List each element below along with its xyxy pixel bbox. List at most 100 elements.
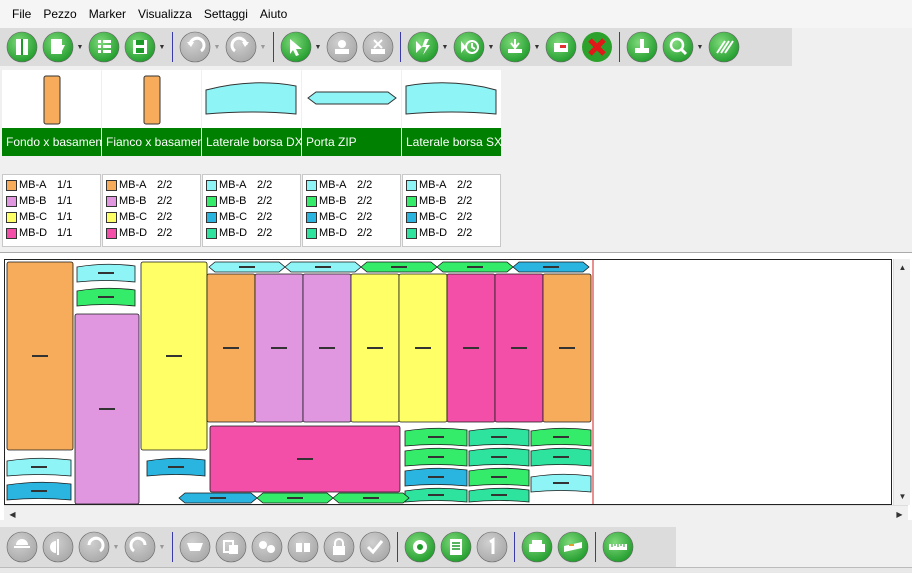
scroll-right-icon[interactable]: ▶ — [891, 506, 908, 523]
edit-toolbar: ▼ ▼ — [0, 527, 676, 567]
size-row[interactable]: MB-D 2/2 — [106, 225, 200, 241]
delete-button[interactable] — [581, 31, 613, 63]
size-row[interactable]: MB-A 1/1 — [6, 177, 100, 193]
number-one-icon — [476, 531, 508, 563]
piece-label-mark — [415, 347, 431, 349]
menu-file[interactable]: File — [6, 0, 37, 28]
size-row[interactable]: MB-B 2/2 — [206, 193, 300, 209]
plotter-button[interactable] — [557, 531, 589, 563]
piece-label-mark — [31, 490, 47, 492]
size-row[interactable]: MB-D 1/1 — [6, 225, 100, 241]
zoom-dropdown-arrow[interactable]: ▼ — [696, 31, 704, 63]
size-code: MB-B — [19, 195, 47, 207]
select-arrow-dropdown-arrow[interactable]: ▼ — [314, 31, 322, 63]
menu-settaggi[interactable]: Settaggi — [198, 0, 254, 28]
piece-panel: Fondo x basamentoMB-A1/1MB-B1/1MB-C1/1MB… — [0, 66, 912, 250]
horizontal-scrollbar[interactable]: ◀ ▶ — [4, 505, 908, 522]
size-code: MB-D — [119, 227, 148, 239]
save-button[interactable] — [124, 31, 156, 63]
export-icon — [545, 31, 577, 63]
zoom-button[interactable] — [662, 31, 694, 63]
menu-pezzo[interactable]: Pezzo — [37, 0, 82, 28]
ruler-button[interactable] — [602, 531, 634, 563]
print-button[interactable] — [521, 531, 553, 563]
check-icon — [359, 531, 391, 563]
size-quantity: 2/2 — [157, 211, 173, 223]
size-row[interactable]: MB-A 2/2 — [206, 177, 300, 193]
compact-button[interactable] — [499, 31, 531, 63]
marker-canvas[interactable] — [4, 259, 892, 505]
size-code: MB-D — [19, 227, 48, 239]
report-button[interactable] — [440, 531, 472, 563]
scroll-left-icon[interactable]: ◀ — [4, 506, 21, 523]
size-row[interactable]: MB-C 2/2 — [206, 209, 300, 225]
toolbar-separator — [514, 532, 515, 562]
piece-label-mark — [319, 347, 335, 349]
timer-nest-button[interactable] — [453, 31, 485, 63]
piece-thumbnail[interactable] — [302, 70, 401, 128]
size-code: MB-A — [419, 179, 447, 191]
piece-name: Laterale borsa DX — [202, 128, 301, 156]
piece-size-list: MB-A 1/1 MB-B 1/1 MB-C 1/1 MB-D 1/1 — [2, 174, 101, 247]
size-color-swatch — [306, 211, 317, 223]
copy-icon — [215, 531, 247, 563]
open-piece-icon — [6, 31, 38, 63]
piece-label-mark — [239, 266, 255, 268]
hatch-button[interactable] — [708, 31, 740, 63]
size-row[interactable]: MB-C 2/2 — [306, 209, 400, 225]
piece-label-mark — [391, 266, 407, 268]
size-row[interactable]: MB-D 2/2 — [206, 225, 300, 241]
piece-label-mark — [428, 436, 444, 438]
piece-thumbnail[interactable] — [102, 70, 201, 128]
scroll-down-icon[interactable]: ▼ — [894, 488, 911, 505]
menu-aiuto[interactable]: Aiuto — [254, 0, 293, 28]
list-icon — [88, 31, 120, 63]
menu-bar: File Pezzo Marker Visualizza Settaggi Aiuto — [0, 0, 912, 28]
menu-marker[interactable]: Marker — [83, 0, 132, 28]
size-row[interactable]: MB-B 2/2 — [406, 193, 500, 209]
piece-label-mark — [428, 494, 444, 496]
size-row[interactable]: MB-B 2/2 — [106, 193, 200, 209]
timer-nest-dropdown-arrow[interactable]: ▼ — [487, 31, 495, 63]
scroll-up-icon[interactable]: ▲ — [894, 259, 911, 276]
piece-shape — [143, 75, 161, 125]
list-button[interactable] — [88, 31, 120, 63]
size-row[interactable]: MB-B 2/2 — [306, 193, 400, 209]
size-row[interactable]: MB-D 2/2 — [406, 225, 500, 241]
compact-dropdown-arrow[interactable]: ▼ — [533, 31, 541, 63]
size-row[interactable]: MB-C 2/2 — [406, 209, 500, 225]
size-row[interactable]: MB-B 1/1 — [6, 193, 100, 209]
open-piece-button[interactable] — [6, 31, 38, 63]
import-piece-button[interactable] — [42, 31, 74, 63]
settings-gear-button[interactable] — [404, 531, 436, 563]
plotter-icon — [557, 531, 589, 563]
save-dropdown-arrow[interactable]: ▼ — [158, 31, 166, 63]
size-quantity: 2/2 — [457, 179, 473, 191]
size-row[interactable]: MB-D 2/2 — [306, 225, 400, 241]
piece-size-list: MB-A 2/2 MB-B 2/2 MB-C 2/2 MB-D 2/2 — [102, 174, 201, 247]
select-arrow-icon — [280, 31, 312, 63]
select-arrow-button[interactable] — [280, 31, 312, 63]
piece-label-mark — [271, 347, 287, 349]
size-row[interactable]: MB-A 2/2 — [406, 177, 500, 193]
size-quantity: 2/2 — [257, 227, 273, 239]
import-piece-dropdown-arrow[interactable]: ▼ — [76, 31, 84, 63]
export-button[interactable] — [545, 31, 577, 63]
auto-nest-button[interactable] — [407, 31, 439, 63]
piece-thumbnail[interactable] — [202, 70, 301, 128]
piece-label-mark — [166, 355, 182, 357]
menu-visualizza[interactable]: Visualizza — [132, 0, 198, 28]
size-row[interactable]: MB-A 2/2 — [306, 177, 400, 193]
piece-thumbnail[interactable] — [2, 70, 101, 128]
piece-size-list: MB-A 2/2 MB-B 2/2 MB-C 2/2 MB-D 2/2 — [402, 174, 501, 247]
stamp-button[interactable] — [626, 31, 658, 63]
auto-nest-dropdown-arrow[interactable]: ▼ — [441, 31, 449, 63]
size-code: MB-A — [319, 179, 347, 191]
size-row[interactable]: MB-C 1/1 — [6, 209, 100, 225]
vertical-scrollbar[interactable]: ▲ ▼ — [893, 259, 910, 505]
check-button — [359, 531, 391, 563]
piece-thumbnail[interactable] — [402, 70, 501, 128]
size-quantity: 2/2 — [257, 211, 273, 223]
size-row[interactable]: MB-C 2/2 — [106, 209, 200, 225]
size-row[interactable]: MB-A 2/2 — [106, 177, 200, 193]
